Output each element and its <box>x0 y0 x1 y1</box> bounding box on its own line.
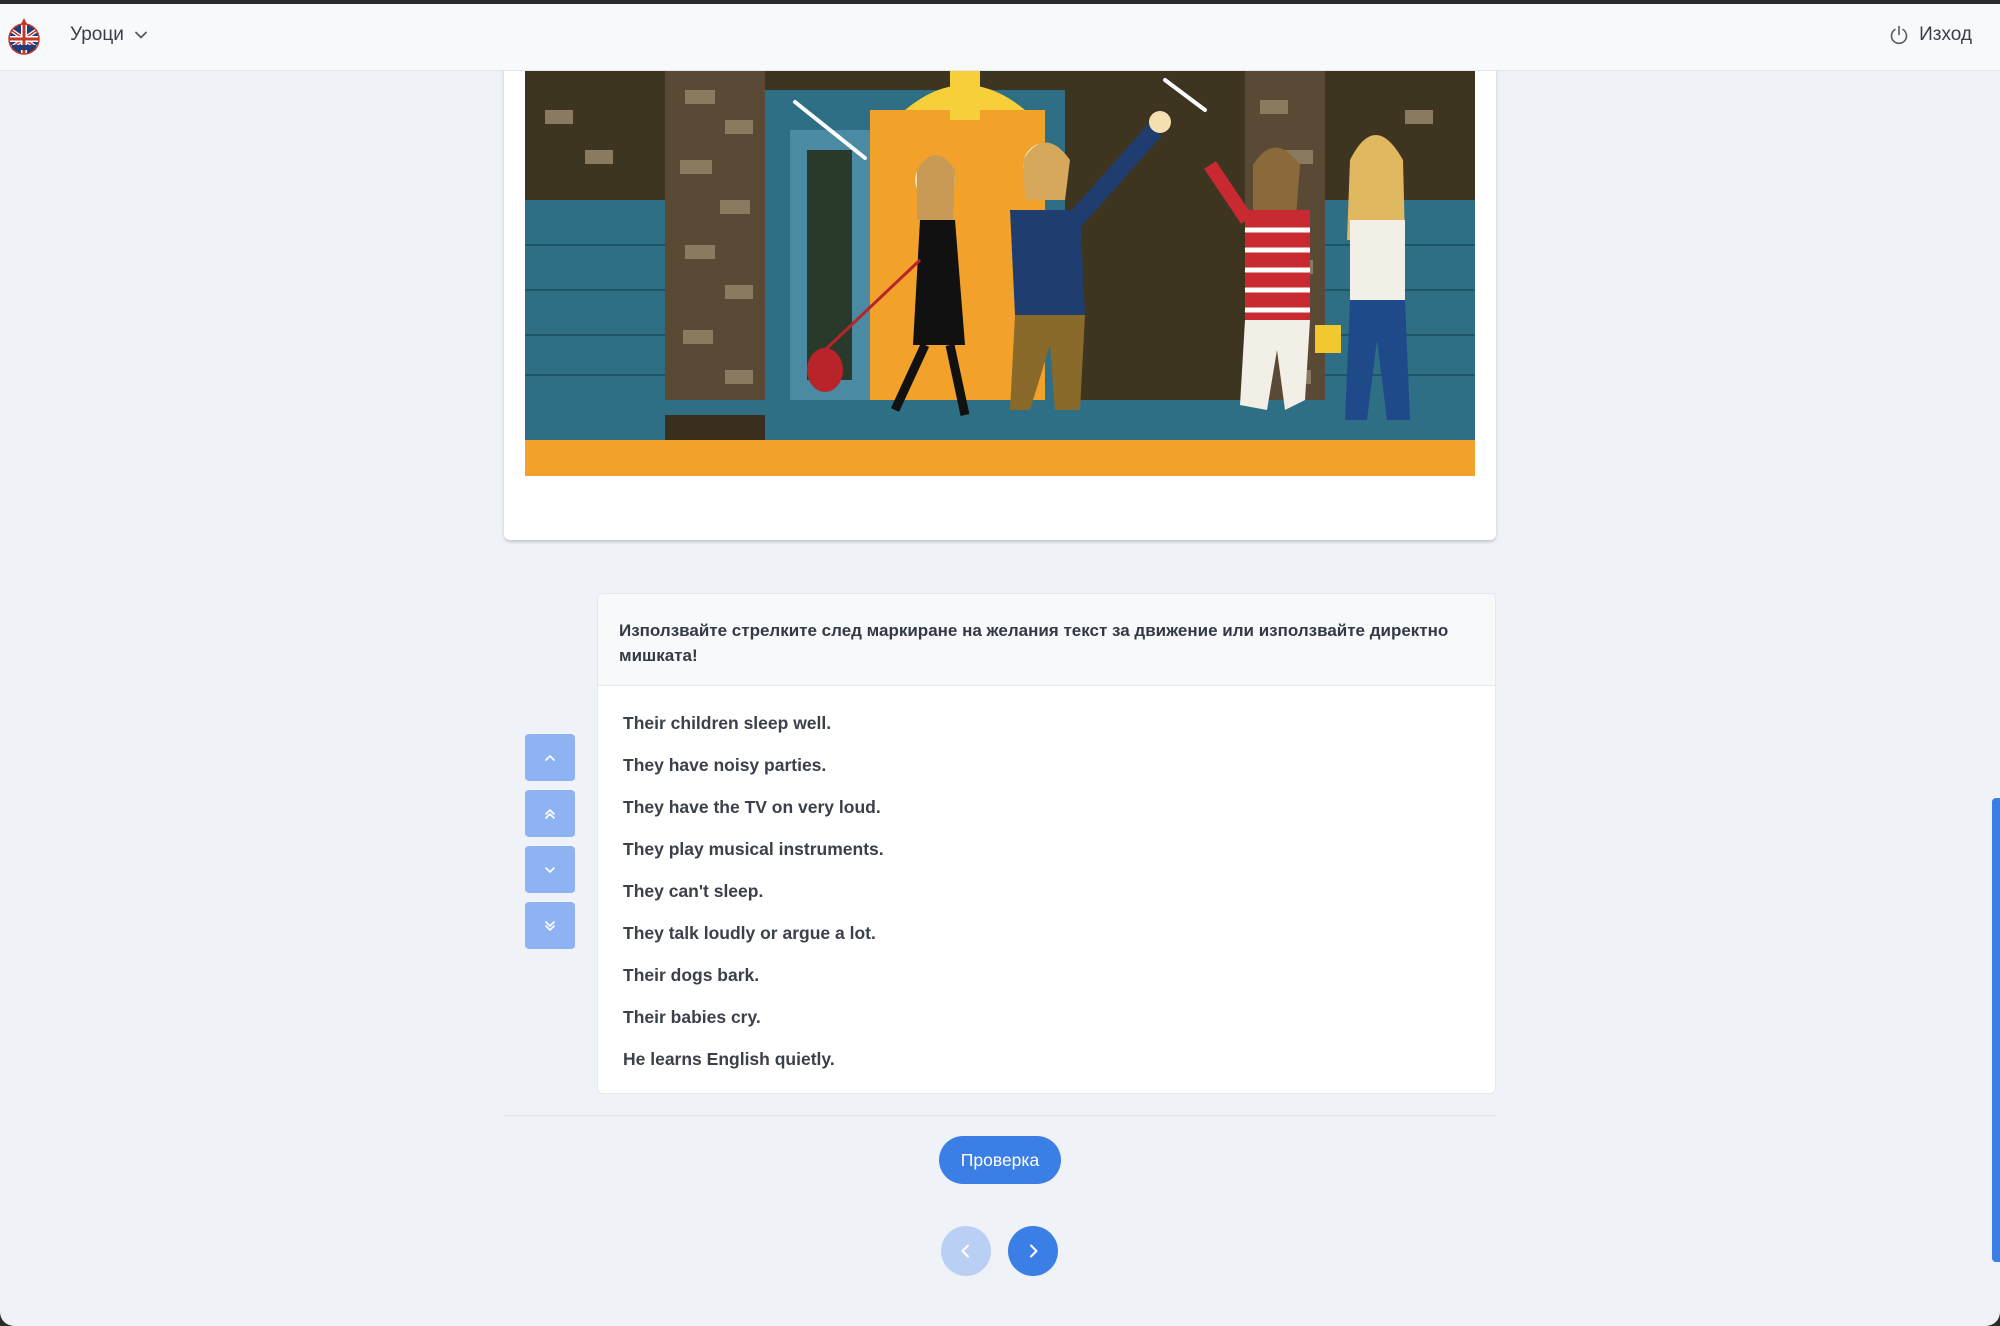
list-item[interactable]: They can't sleep. <box>623 870 1495 912</box>
chevron-down-icon <box>134 31 147 39</box>
list-item[interactable]: Their children sleep well. <box>623 702 1495 744</box>
list-item[interactable]: Their dogs bark. <box>623 954 1495 996</box>
list-item[interactable]: He learns English quietly. <box>623 1038 1495 1080</box>
chevron-down-icon <box>545 866 555 873</box>
check-button[interactable]: Проверка <box>939 1136 1061 1184</box>
list-item[interactable]: They have the TV on very loud. <box>623 786 1495 828</box>
lessons-menu[interactable]: Уроци <box>70 24 148 46</box>
logout-button[interactable]: Изход <box>1889 24 1972 46</box>
illustration-card <box>504 34 1496 540</box>
move-buttons-group <box>525 734 575 958</box>
chevrons-down-icon <box>545 920 555 931</box>
move-down-button[interactable] <box>525 846 575 893</box>
next-button[interactable] <box>1008 1226 1058 1276</box>
top-navbar: Уроци Изход <box>0 4 2000 71</box>
chevron-left-icon <box>961 1244 969 1258</box>
move-top-button[interactable] <box>525 790 575 837</box>
scrollbar-thumb[interactable] <box>1992 798 2000 1262</box>
move-bottom-button[interactable] <box>525 902 575 949</box>
lessons-menu-label: Уроци <box>70 24 124 45</box>
list-item[interactable]: They play musical instruments. <box>623 828 1495 870</box>
previous-button[interactable] <box>941 1226 991 1276</box>
union-jack-badge-icon[interactable] <box>8 18 40 56</box>
chevron-right-icon <box>1030 1244 1038 1258</box>
list-item[interactable]: They talk loudly or argue a lot. <box>623 912 1495 954</box>
list-item[interactable]: Their babies cry. <box>623 996 1495 1038</box>
chevrons-up-icon <box>545 808 555 819</box>
sortable-list: Their children sleep well. They have noi… <box>598 686 1495 1080</box>
exercise-instruction: Използвайте стрелките след маркиране на … <box>598 594 1495 686</box>
neighbours-party-illustration <box>525 70 1475 476</box>
page-viewport: Уроци Изход Използвайте стрелките след м… <box>0 4 2000 1326</box>
move-up-button[interactable] <box>525 734 575 781</box>
list-item[interactable]: They have noisy parties. <box>623 744 1495 786</box>
chevron-up-icon <box>545 754 555 761</box>
logout-label: Изход <box>1919 24 1972 45</box>
sorting-exercise-card: Използвайте стрелките след маркиране на … <box>597 593 1496 1094</box>
section-divider <box>504 1115 1496 1116</box>
power-icon <box>1890 25 1908 45</box>
